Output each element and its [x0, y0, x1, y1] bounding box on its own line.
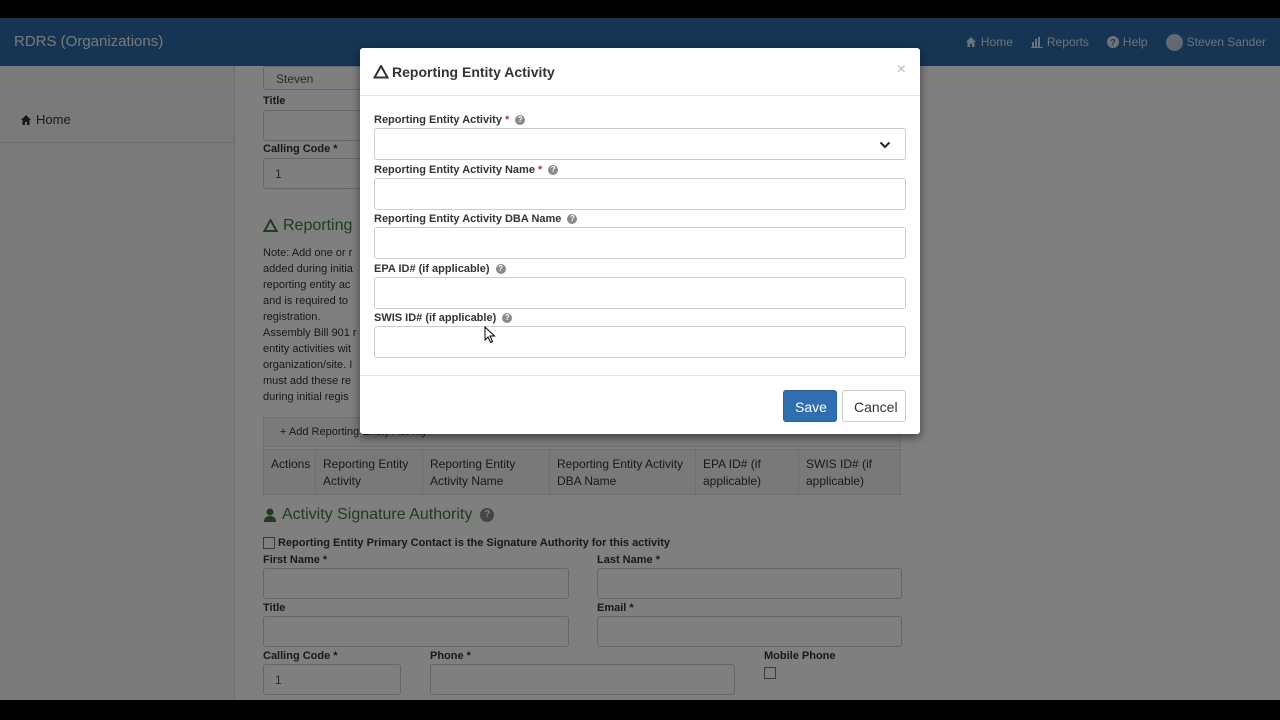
screen: RDRS (Organizations) Home Reports ? Help… — [0, 18, 1280, 700]
epa-label-text: EPA ID# (if applicable) — [374, 263, 490, 275]
epa-id-input[interactable] — [374, 277, 906, 309]
activity-name-label: Reporting Entity Activity Name * ? — [374, 164, 559, 176]
help-icon[interactable]: ? — [567, 214, 578, 224]
save-button[interactable]: Save — [783, 390, 837, 422]
dba-name-input[interactable] — [374, 227, 906, 259]
cancel-button[interactable]: Cancel — [842, 390, 906, 422]
required-marker: * — [537, 164, 543, 176]
dba-label-text: Reporting Entity Activity DBA Name — [374, 213, 562, 225]
help-icon[interactable]: ? — [502, 313, 513, 323]
modal-footer-divider — [360, 375, 920, 376]
swis-label: SWIS ID# (if applicable) ? — [374, 312, 513, 324]
modal-title: Reporting Entity Activity — [373, 64, 555, 80]
activity-name-input[interactable] — [374, 178, 906, 210]
close-icon[interactable]: × — [897, 61, 906, 79]
activity-select[interactable] — [374, 128, 906, 160]
activity-label-text: Reporting Entity Activity — [374, 114, 502, 126]
required-marker: * — [504, 114, 510, 126]
help-icon[interactable]: ? — [515, 115, 526, 125]
chevron-down-icon — [879, 141, 891, 149]
swis-label-text: SWIS ID# (if applicable) — [374, 312, 497, 324]
recycle-icon — [373, 65, 389, 79]
swis-id-input[interactable] — [374, 326, 906, 358]
help-icon[interactable]: ? — [548, 165, 559, 175]
modal-title-text: Reporting Entity Activity — [392, 64, 555, 80]
reporting-entity-activity-modal: Reporting Entity Activity × Reporting En… — [360, 48, 920, 434]
dba-label: Reporting Entity Activity DBA Name ? — [374, 213, 578, 225]
modal-header: Reporting Entity Activity × — [360, 48, 920, 96]
epa-label: EPA ID# (if applicable) ? — [374, 263, 506, 275]
help-icon[interactable]: ? — [495, 264, 506, 274]
activity-name-label-text: Reporting Entity Activity Name — [374, 164, 535, 176]
activity-label: Reporting Entity Activity * ? — [374, 114, 526, 126]
mouse-cursor-icon — [484, 326, 496, 344]
